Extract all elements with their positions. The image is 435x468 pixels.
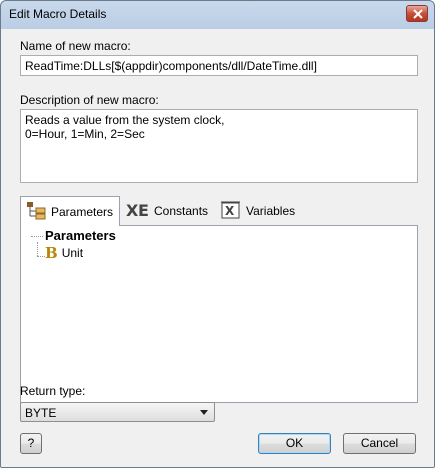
tree-line xyxy=(37,256,45,257)
byte-type-icon: B xyxy=(45,244,58,262)
tab-constants-label: Constants xyxy=(154,204,209,218)
tab-variables-label: Variables xyxy=(246,204,296,218)
parameters-icon xyxy=(25,200,47,223)
tab-variables[interactable]: X Variables xyxy=(216,197,306,225)
close-button[interactable] xyxy=(406,5,428,22)
edit-macro-dialog: Edit Macro Details Name of new macro: Re… xyxy=(0,0,435,468)
svg-text:E: E xyxy=(138,201,149,219)
title-bar[interactable]: Edit Macro Details xyxy=(1,1,434,27)
macro-description-input[interactable]: Reads a value from the system clock, 0=H… xyxy=(20,109,418,183)
return-type-label: Return type: xyxy=(20,384,86,398)
svg-text:X: X xyxy=(225,204,235,218)
tree-item-label: Unit xyxy=(61,246,84,260)
tree-line xyxy=(31,236,43,237)
close-icon xyxy=(413,9,423,19)
tab-constants[interactable]: X E Constants xyxy=(122,197,214,225)
ok-button[interactable]: OK xyxy=(258,433,331,454)
macro-name-input[interactable]: ReadTime:DLLs[$(appdir)components/dll/Da… xyxy=(20,55,418,76)
cancel-button[interactable]: Cancel xyxy=(343,433,416,454)
tab-parameters[interactable]: Parameters xyxy=(20,196,120,226)
tab-parameters-label: Parameters xyxy=(51,204,114,219)
return-type-value: BYTE xyxy=(25,406,57,420)
dialog-body: Name of new macro: ReadTime:DLLs[$(appdi… xyxy=(7,29,428,461)
return-type-select[interactable]: BYTE xyxy=(20,402,215,422)
tree-item-unit[interactable]: B Unit xyxy=(45,244,83,262)
help-button[interactable]: ? xyxy=(20,433,42,454)
tab-control: Parameters X E Constants X Variables Par… xyxy=(20,196,418,403)
description-label: Description of new macro: xyxy=(20,93,159,107)
tree-line xyxy=(37,242,38,256)
chevron-down-icon xyxy=(200,410,208,415)
variables-icon: X xyxy=(220,200,242,223)
name-label: Name of new macro: xyxy=(20,39,131,53)
tree-root-parameters[interactable]: Parameters xyxy=(45,228,116,243)
constants-icon: X E xyxy=(126,201,150,222)
parameters-tree[interactable]: Parameters B Unit xyxy=(20,225,418,403)
window-title: Edit Macro Details xyxy=(9,7,107,21)
